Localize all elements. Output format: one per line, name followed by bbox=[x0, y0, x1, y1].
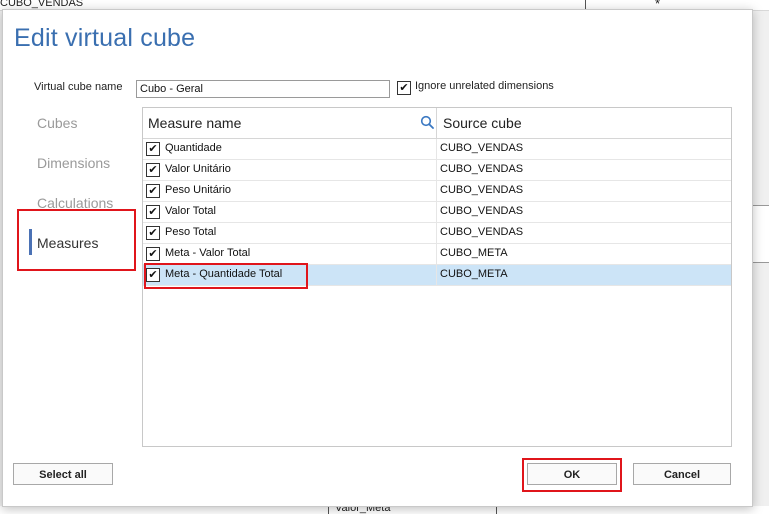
check-icon: ✔ bbox=[148, 143, 158, 155]
row-checkbox[interactable]: ✔ bbox=[146, 163, 160, 177]
source-cube: CUBO_VENDAS bbox=[440, 205, 524, 217]
column-separator bbox=[436, 108, 437, 138]
measure-name: Valor Total bbox=[165, 205, 216, 217]
row-separator bbox=[436, 265, 437, 285]
nav-item-dimensions[interactable]: Dimensions bbox=[37, 155, 110, 171]
dialog-title: Edit virtual cube bbox=[14, 24, 196, 52]
row-separator bbox=[436, 202, 437, 222]
table-row[interactable]: ✔ Meta - Valor Total CUBO_META bbox=[143, 244, 731, 265]
search-icon[interactable] bbox=[420, 115, 434, 129]
ok-button[interactable]: OK bbox=[527, 463, 617, 485]
table-row[interactable]: ✔ Peso Total CUBO_VENDAS bbox=[143, 223, 731, 244]
check-icon: ✔ bbox=[148, 206, 158, 218]
nav-item-cubes[interactable]: Cubes bbox=[37, 115, 77, 131]
measure-name: Quantidade bbox=[165, 142, 222, 154]
row-checkbox[interactable]: ✔ bbox=[146, 247, 160, 261]
active-nav-indicator bbox=[29, 229, 32, 255]
row-checkbox[interactable]: ✔ bbox=[146, 268, 160, 282]
source-cube: CUBO_VENDAS bbox=[440, 184, 524, 196]
row-checkbox[interactable]: ✔ bbox=[146, 142, 160, 156]
table-row[interactable]: ✔ Peso Unitário CUBO_VENDAS bbox=[143, 181, 731, 202]
grid-header: Measure name Source cube bbox=[143, 108, 731, 139]
virtual-cube-name-input[interactable]: Cubo - Geral bbox=[136, 80, 390, 98]
check-icon: ✔ bbox=[399, 82, 409, 94]
row-separator bbox=[436, 160, 437, 180]
row-checkbox[interactable]: ✔ bbox=[146, 226, 160, 240]
table-row[interactable]: ✔ Valor Unitário CUBO_VENDAS bbox=[143, 160, 731, 181]
table-row-selected[interactable]: ✔ Meta - Quantidade Total CUBO_META bbox=[143, 265, 731, 286]
edit-virtual-cube-dialog: Edit virtual cube Virtual cube name Cubo… bbox=[2, 9, 753, 507]
measure-name: Peso Total bbox=[165, 226, 217, 238]
measure-name: Valor Unitário bbox=[165, 163, 231, 175]
select-all-button[interactable]: Select all bbox=[13, 463, 113, 485]
check-icon: ✔ bbox=[148, 269, 158, 281]
background-top-text: CUBO_VENDAS bbox=[0, 0, 84, 9]
background-right-panel bbox=[752, 205, 769, 263]
table-row[interactable]: ✔ Quantidade CUBO_VENDAS bbox=[143, 139, 731, 160]
nav-item-measures[interactable]: Measures bbox=[37, 235, 98, 251]
source-cube: CUBO_META bbox=[440, 247, 508, 259]
cancel-button[interactable]: Cancel bbox=[633, 463, 731, 485]
row-checkbox[interactable]: ✔ bbox=[146, 205, 160, 219]
measure-name: Meta - Quantidade Total bbox=[165, 268, 283, 280]
background-divider bbox=[585, 0, 586, 9]
source-cube: CUBO_VENDAS bbox=[440, 226, 524, 238]
source-cube: CUBO_META bbox=[440, 268, 508, 280]
nav-item-calculations[interactable]: Calculations bbox=[37, 195, 113, 211]
source-cube: CUBO_VENDAS bbox=[440, 142, 524, 154]
check-icon: ✔ bbox=[148, 227, 158, 239]
column-header-measure-name[interactable]: Measure name bbox=[148, 115, 241, 131]
row-separator bbox=[436, 223, 437, 243]
virtual-cube-name-label: Virtual cube name bbox=[34, 81, 123, 93]
row-checkbox[interactable]: ✔ bbox=[146, 184, 160, 198]
measures-grid: Measure name Source cube ✔ Quantidade CU… bbox=[142, 107, 732, 447]
measure-name: Peso Unitário bbox=[165, 184, 232, 196]
table-row[interactable]: ✔ Valor Total CUBO_VENDAS bbox=[143, 202, 731, 223]
ignore-unrelated-dimensions-checkbox[interactable]: ✔ bbox=[397, 81, 411, 95]
check-icon: ✔ bbox=[148, 248, 158, 260]
row-separator bbox=[436, 244, 437, 264]
row-separator bbox=[436, 139, 437, 159]
ignore-unrelated-dimensions-label: Ignore unrelated dimensions bbox=[415, 80, 554, 92]
check-icon: ✔ bbox=[148, 185, 158, 197]
source-cube: CUBO_VENDAS bbox=[440, 163, 524, 175]
measure-name: Meta - Valor Total bbox=[165, 247, 251, 259]
row-separator bbox=[436, 181, 437, 201]
column-header-source-cube[interactable]: Source cube bbox=[443, 115, 522, 131]
check-icon: ✔ bbox=[148, 164, 158, 176]
